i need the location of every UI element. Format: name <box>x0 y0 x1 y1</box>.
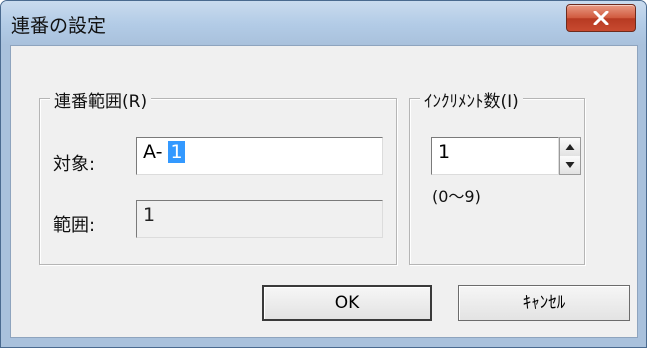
close-button[interactable] <box>566 4 636 32</box>
increment-input[interactable]: 1 <box>431 137 559 175</box>
range-field: 1 <box>136 200 383 238</box>
sequence-range-label: 連番範囲(R) <box>50 87 152 112</box>
increment-label: ｲﾝｸﾘﾒﾝﾄ数(I) <box>420 87 523 112</box>
ok-button[interactable]: OK <box>262 285 432 321</box>
arrow-down-icon <box>565 162 575 168</box>
window-title: 連番の設定 <box>11 15 107 37</box>
arrow-up-icon <box>565 144 575 150</box>
increment-range-hint: (0〜9) <box>432 187 481 206</box>
target-label: 対象: <box>53 154 96 175</box>
sequence-range-group: 連番範囲(R) <box>39 87 397 265</box>
increment-value: 1 <box>438 141 451 163</box>
spin-up-button[interactable] <box>560 138 580 157</box>
increment-spinner[interactable] <box>559 137 581 175</box>
range-label: 範囲: <box>53 215 96 236</box>
dialog-window: 連番の設定 連番範囲(R) 対象: A- 1 範囲: 1 ｲﾝｸﾘﾒﾝﾄ数(I)… <box>0 0 647 348</box>
title-bar[interactable]: 連番の設定 <box>1 1 646 45</box>
spin-down-button[interactable] <box>560 156 580 174</box>
increment-group: ｲﾝｸﾘﾒﾝﾄ数(I) <box>409 87 585 265</box>
close-icon <box>593 11 609 25</box>
target-prefix: A- <box>143 141 169 163</box>
target-selected-text: 1 <box>168 141 185 163</box>
cancel-button[interactable]: ｷｬﾝｾﾙ <box>458 285 630 321</box>
dialog-body: 連番範囲(R) 対象: A- 1 範囲: 1 ｲﾝｸﾘﾒﾝﾄ数(I) 1 (0〜… <box>10 45 638 338</box>
target-input[interactable]: A- 1 <box>136 137 383 175</box>
range-value: 1 <box>143 204 156 226</box>
